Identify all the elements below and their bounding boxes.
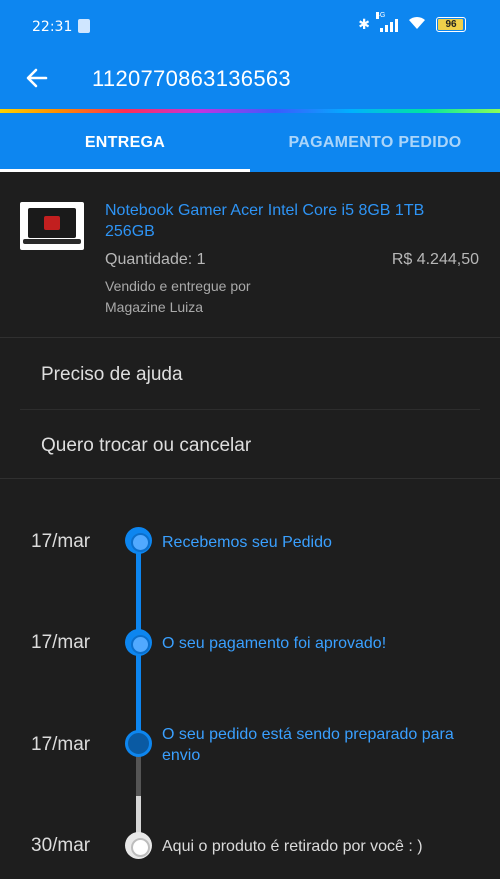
tab-bar: ENTREGA PAGAMENTO PEDIDO — [0, 113, 500, 172]
step-text: O seu pedido está sendo preparado para e… — [162, 726, 454, 764]
toolbar: 1120770863136563 — [0, 54, 500, 104]
step-done-marker — [125, 527, 152, 554]
status-bar: 22:31 ✱ 4G 96 — [0, 0, 500, 54]
step-text: Aqui o produto é retirado por você : ) — [162, 838, 423, 855]
step-date: 17/mar — [31, 734, 91, 755]
step-pending-marker — [125, 832, 152, 859]
seller-name: Magazine Luiza — [105, 299, 204, 315]
timeline-line-current — [136, 754, 141, 796]
step-current-marker — [125, 730, 152, 757]
step-date: 17/mar — [31, 632, 91, 653]
exchange-cancel-option[interactable]: Quero trocar ou cancelar — [0, 410, 500, 480]
step-date: 17/mar — [31, 531, 91, 552]
step-date: 30/mar — [31, 835, 91, 856]
exchange-cancel-label: Quero trocar ou cancelar — [41, 435, 252, 456]
notification-icon — [78, 19, 90, 33]
tab-pagamento-pedido[interactable]: PAGAMENTO PEDIDO — [250, 113, 500, 172]
help-option-label: Preciso de ajuda — [41, 364, 183, 385]
sold-by-label: Vendido e entregue por — [105, 278, 251, 294]
product-price: R$ 4.244,50 — [391, 251, 479, 268]
network-type: 4G — [376, 11, 386, 19]
product-name-link[interactable]: Notebook Gamer Acer Intel Core i5 8GB 1T… — [105, 200, 475, 242]
divider — [0, 337, 500, 338]
step-text: O seu pagamento foi aprovado! — [162, 635, 387, 652]
product-quantity: Quantidade: 1 — [105, 251, 206, 268]
battery-icon: 96 — [436, 17, 466, 32]
tab-entrega[interactable]: ENTREGA — [0, 113, 250, 172]
step-text: Recebemos seu Pedido — [162, 534, 332, 551]
back-button[interactable] — [24, 63, 50, 93]
signal-icon: 4G — [376, 11, 398, 32]
help-option[interactable]: Preciso de ajuda — [0, 339, 500, 409]
status-icons: ✱ 4G 96 — [358, 11, 466, 33]
battery-level: 96 — [445, 19, 457, 30]
product-card: Notebook Gamer Acer Intel Core i5 8GB 1T… — [0, 172, 500, 337]
wifi-icon — [408, 16, 426, 33]
order-number-title: 1120770863136563 — [92, 66, 291, 91]
bluetooth-icon: ✱ — [358, 16, 370, 32]
app-header: 22:31 ✱ 4G 96 1120770863136563 — [0, 0, 500, 109]
product-image[interactable] — [20, 202, 84, 250]
step-done-marker — [125, 629, 152, 656]
arrow-left-icon — [26, 68, 48, 88]
delivery-timeline: 17/mar Recebemos seu Pedido 17/mar O seu… — [0, 478, 500, 879]
status-time: 22:31 — [32, 19, 73, 35]
